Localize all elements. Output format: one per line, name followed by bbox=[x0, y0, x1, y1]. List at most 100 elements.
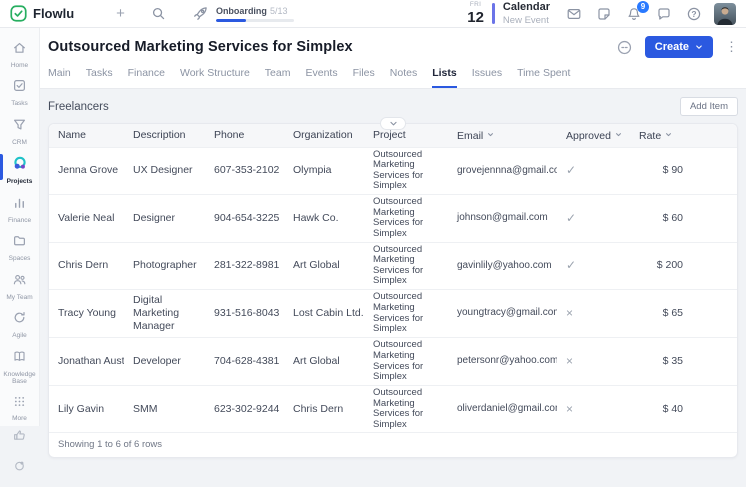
cell-name: Jonathan Austin bbox=[49, 338, 124, 386]
column-header[interactable]: Project bbox=[364, 124, 448, 147]
onboarding-label: Onboarding bbox=[216, 6, 267, 16]
project-tab[interactable]: Notes bbox=[390, 67, 417, 88]
cell-phone: 607-353-2102 bbox=[205, 147, 284, 195]
project-tabs: Main Tasks Finance Work Structure Team Events… bbox=[48, 67, 738, 88]
project-tab[interactable]: Time Spent bbox=[517, 67, 570, 88]
freelancer-row[interactable]: Lily Gavin SMM 623-302-9244 Chris Dern O… bbox=[49, 385, 737, 432]
calendar-widget[interactable]: Calendar New Event bbox=[503, 2, 550, 26]
cell-approved: ✓ bbox=[557, 195, 630, 243]
page-title: Outsourced Marketing Services for Simple… bbox=[48, 39, 353, 55]
current-date[interactable]: Fri 12 bbox=[467, 2, 484, 25]
cell-email: youngtracy@gmail.com bbox=[448, 290, 557, 338]
cell-phone: 931-516-8043 bbox=[205, 290, 284, 338]
freelancer-row[interactable]: Chris Dern Photographer 281-322-8981 Art… bbox=[49, 242, 737, 290]
cell-rate: $ 200 bbox=[630, 242, 737, 290]
quick-add-button[interactable]: + bbox=[116, 6, 125, 21]
column-header[interactable]: Phone bbox=[205, 124, 284, 147]
notifications-badge: 9 bbox=[637, 1, 649, 13]
freelancer-row[interactable]: Tracy Young Digital Marketing Manager 93… bbox=[49, 290, 737, 338]
cell-project: Outsourced Marketing Services for Simple… bbox=[364, 338, 448, 386]
freelancers-collapse-button[interactable] bbox=[380, 117, 406, 130]
sort-chevron-icon bbox=[615, 129, 622, 141]
cell-phone: 704-628-4381 bbox=[205, 338, 284, 386]
cell-description: Digital Marketing Manager bbox=[124, 290, 205, 338]
chat-icon[interactable] bbox=[656, 6, 672, 22]
column-header[interactable]: Rate bbox=[630, 124, 737, 147]
sidebar-item-home[interactable]: Home bbox=[0, 36, 40, 74]
more-grid-icon bbox=[13, 395, 26, 413]
cell-name: Tracy Young bbox=[49, 290, 124, 338]
sidebar-item-agile[interactable]: Agile bbox=[0, 306, 40, 344]
sidebar: Home Tasks CRM Projects Finance Spaces M… bbox=[0, 28, 40, 426]
cell-email: grovejennna@gmail.com bbox=[448, 147, 557, 195]
cell-email: gavinlily@yahoo.com bbox=[448, 242, 557, 290]
partner-program-icon[interactable] bbox=[12, 427, 27, 442]
sidebar-item-finance[interactable]: Finance bbox=[0, 191, 40, 229]
sidebar-item-projects[interactable]: Projects bbox=[0, 151, 40, 190]
project-tab[interactable]: Team bbox=[265, 67, 291, 88]
project-tab[interactable]: Files bbox=[353, 67, 375, 88]
cell-rate: $ 40 bbox=[630, 385, 737, 432]
cell-rate: $ 35 bbox=[630, 338, 737, 386]
cell-organization: Chris Dern bbox=[284, 385, 364, 432]
freelancer-row[interactable]: Jenna Grove UX Designer 607-353-2102 Oly… bbox=[49, 147, 737, 195]
flowlu-logo[interactable]: Flowlu bbox=[10, 5, 74, 22]
column-header[interactable]: Organization bbox=[284, 124, 364, 147]
rocket-icon bbox=[192, 5, 209, 22]
cell-description: UX Designer bbox=[124, 147, 205, 195]
project-tab[interactable]: Tasks bbox=[86, 67, 113, 88]
knowledge-base-icon bbox=[12, 349, 27, 369]
sidebar-item-more[interactable]: More bbox=[0, 391, 40, 427]
copy-link-icon[interactable] bbox=[616, 39, 633, 56]
agile-icon bbox=[12, 310, 27, 330]
project-tab[interactable]: Events bbox=[305, 67, 337, 88]
cell-rate: $ 60 bbox=[630, 195, 737, 243]
column-header[interactable]: Name bbox=[49, 124, 124, 147]
column-header[interactable]: Description bbox=[124, 124, 205, 147]
onboarding-progress[interactable]: Onboarding5/13 bbox=[192, 5, 294, 22]
create-button[interactable]: Create bbox=[645, 36, 713, 58]
mail-icon[interactable] bbox=[566, 6, 582, 22]
cell-description: SMM bbox=[124, 385, 205, 432]
freelancers-add-item-button[interactable]: Add Item bbox=[680, 97, 738, 116]
freelancer-row[interactable]: Valerie Neal Designer 904-654-3225 Hawk … bbox=[49, 195, 737, 243]
sidebar-item-tasks[interactable]: Tasks bbox=[0, 74, 40, 112]
project-tab[interactable]: Lists bbox=[432, 67, 457, 88]
sort-chevron-icon bbox=[665, 129, 672, 141]
sidebar-item-my-team[interactable]: My Team bbox=[0, 268, 40, 306]
cell-email: johnson@gmail.com bbox=[448, 195, 557, 243]
cell-approved: × bbox=[557, 290, 630, 338]
sidebar-item-knowledge-base[interactable]: Knowledge Base bbox=[0, 345, 40, 391]
cell-organization: Art Global bbox=[284, 242, 364, 290]
freelancer-row[interactable]: Jonathan Austin Developer 704-628-4381 A… bbox=[49, 338, 737, 386]
cell-name: Jenna Grove bbox=[49, 147, 124, 195]
project-tab[interactable]: Work Structure bbox=[180, 67, 250, 88]
column-header[interactable]: Email bbox=[448, 124, 557, 147]
project-tab[interactable]: Main bbox=[48, 67, 71, 88]
new-event-link[interactable]: New Event bbox=[503, 16, 550, 26]
cell-email: petersonr@yahoo.com bbox=[448, 338, 557, 386]
help-icon[interactable]: ? bbox=[686, 6, 702, 22]
more-options-icon[interactable]: ⋮ bbox=[725, 39, 738, 55]
cell-name: Lily Gavin bbox=[49, 385, 124, 432]
search-icon[interactable] bbox=[151, 6, 166, 21]
cell-project: Outsourced Marketing Services for Simple… bbox=[364, 290, 448, 338]
calendar-divider bbox=[492, 3, 495, 24]
cell-email: oliverdaniel@gmail.com bbox=[448, 385, 557, 432]
column-header[interactable]: Approved bbox=[557, 124, 630, 147]
spaces-icon bbox=[12, 233, 27, 253]
notes-icon[interactable] bbox=[596, 6, 612, 22]
project-header: Outsourced Marketing Services for Simple… bbox=[40, 28, 746, 89]
user-avatar[interactable] bbox=[714, 3, 736, 25]
cell-organization: Olympia bbox=[284, 147, 364, 195]
cell-name: Valerie Neal bbox=[49, 195, 124, 243]
freelancers-title: Freelancers bbox=[48, 101, 109, 113]
brand-name: Flowlu bbox=[33, 6, 74, 21]
cell-description: Developer bbox=[124, 338, 205, 386]
cell-phone: 904-654-3225 bbox=[205, 195, 284, 243]
apps-settings-icon[interactable] bbox=[12, 458, 27, 473]
sidebar-item-crm[interactable]: CRM bbox=[0, 113, 40, 151]
project-tab[interactable]: Finance bbox=[128, 67, 165, 88]
project-tab[interactable]: Issues bbox=[472, 67, 502, 88]
sidebar-item-spaces[interactable]: Spaces bbox=[0, 229, 40, 267]
